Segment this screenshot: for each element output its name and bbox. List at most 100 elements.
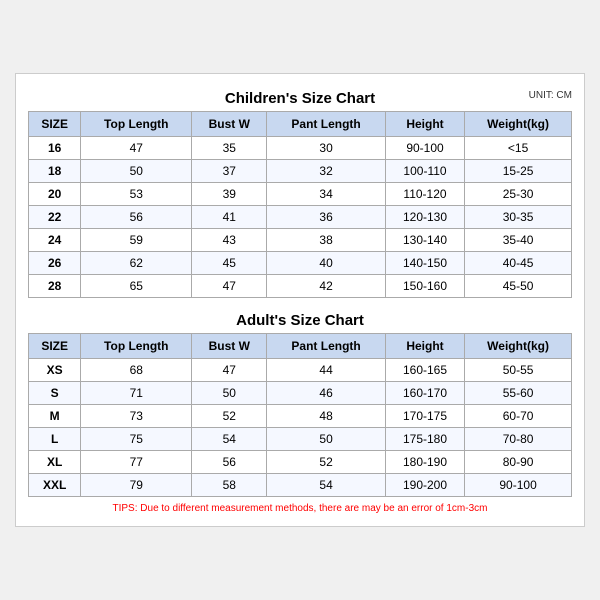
data-cell: 54: [267, 474, 386, 497]
data-cell: 90-100: [385, 137, 464, 160]
children-section-title: Children's Size Chart UNIT: CM: [28, 84, 572, 111]
data-cell: 39: [192, 183, 267, 206]
adult-section-title: Adult's Size Chart: [28, 306, 572, 333]
data-cell: 43: [192, 229, 267, 252]
chart-container: Children's Size Chart UNIT: CM SIZE Top …: [15, 73, 585, 527]
table-row: L755450175-18070-80: [29, 428, 572, 451]
data-cell: 50: [81, 160, 192, 183]
data-cell: 160-170: [385, 382, 464, 405]
data-cell: 30: [267, 137, 386, 160]
data-cell: 48: [267, 405, 386, 428]
size-cell: 18: [29, 160, 81, 183]
table-row: 24594338130-14035-40: [29, 229, 572, 252]
table-row: 22564136120-13030-35: [29, 206, 572, 229]
data-cell: 100-110: [385, 160, 464, 183]
adult-col-header-bust: Bust W: [192, 334, 267, 359]
table-row: XL775652180-19080-90: [29, 451, 572, 474]
size-cell: 28: [29, 275, 81, 298]
data-cell: 160-165: [385, 359, 464, 382]
data-cell: 110-120: [385, 183, 464, 206]
data-cell: 40: [267, 252, 386, 275]
data-cell: 30-35: [465, 206, 572, 229]
data-cell: 68: [81, 359, 192, 382]
data-cell: 59: [81, 229, 192, 252]
data-cell: 35-40: [465, 229, 572, 252]
data-cell: 41: [192, 206, 267, 229]
table-row: 20533934110-12025-30: [29, 183, 572, 206]
data-cell: 70-80: [465, 428, 572, 451]
unit-label: UNIT: CM: [529, 90, 572, 101]
adult-col-header-pant-length: Pant Length: [267, 334, 386, 359]
table-row: 1647353090-100<15: [29, 137, 572, 160]
children-title-text: Children's Size Chart: [225, 90, 375, 107]
col-header-bust: Bust W: [192, 112, 267, 137]
table-row: 26624540140-15040-45: [29, 252, 572, 275]
data-cell: 52: [267, 451, 386, 474]
data-cell: 47: [192, 359, 267, 382]
adult-col-header-top-length: Top Length: [81, 334, 192, 359]
col-header-weight: Weight(kg): [465, 112, 572, 137]
data-cell: 73: [81, 405, 192, 428]
data-cell: 34: [267, 183, 386, 206]
size-cell: 26: [29, 252, 81, 275]
data-cell: 120-130: [385, 206, 464, 229]
data-cell: 37: [192, 160, 267, 183]
data-cell: 175-180: [385, 428, 464, 451]
size-cell: S: [29, 382, 81, 405]
data-cell: 62: [81, 252, 192, 275]
data-cell: 45-50: [465, 275, 572, 298]
data-cell: 130-140: [385, 229, 464, 252]
size-cell: XXL: [29, 474, 81, 497]
data-cell: 53: [81, 183, 192, 206]
data-cell: 77: [81, 451, 192, 474]
data-cell: 47: [192, 275, 267, 298]
data-cell: 180-190: [385, 451, 464, 474]
data-cell: 90-100: [465, 474, 572, 497]
data-cell: 140-150: [385, 252, 464, 275]
data-cell: 170-175: [385, 405, 464, 428]
adult-header-row: SIZE Top Length Bust W Pant Length Heigh…: [29, 334, 572, 359]
table-row: XS684744160-16550-55: [29, 359, 572, 382]
size-cell: 22: [29, 206, 81, 229]
data-cell: 54: [192, 428, 267, 451]
size-cell: 24: [29, 229, 81, 252]
col-header-height: Height: [385, 112, 464, 137]
data-cell: 42: [267, 275, 386, 298]
table-row: S715046160-17055-60: [29, 382, 572, 405]
data-cell: 36: [267, 206, 386, 229]
children-header-row: SIZE Top Length Bust W Pant Length Heigh…: [29, 112, 572, 137]
data-cell: 65: [81, 275, 192, 298]
size-cell: XL: [29, 451, 81, 474]
data-cell: 58: [192, 474, 267, 497]
data-cell: 35: [192, 137, 267, 160]
data-cell: 50-55: [465, 359, 572, 382]
table-row: XXL795854190-20090-100: [29, 474, 572, 497]
data-cell: 50: [192, 382, 267, 405]
adult-title-text: Adult's Size Chart: [236, 312, 364, 329]
data-cell: 47: [81, 137, 192, 160]
col-header-top-length: Top Length: [81, 112, 192, 137]
data-cell: 38: [267, 229, 386, 252]
size-cell: 16: [29, 137, 81, 160]
data-cell: 80-90: [465, 451, 572, 474]
adult-col-header-height: Height: [385, 334, 464, 359]
adult-size-table: SIZE Top Length Bust W Pant Length Heigh…: [28, 333, 572, 497]
tips-text: TIPS: Due to different measurement metho…: [28, 497, 572, 516]
data-cell: 55-60: [465, 382, 572, 405]
data-cell: <15: [465, 137, 572, 160]
table-row: M735248170-17560-70: [29, 405, 572, 428]
data-cell: 56: [81, 206, 192, 229]
data-cell: 50: [267, 428, 386, 451]
data-cell: 75: [81, 428, 192, 451]
adult-col-header-weight: Weight(kg): [465, 334, 572, 359]
data-cell: 45: [192, 252, 267, 275]
data-cell: 71: [81, 382, 192, 405]
children-size-table: SIZE Top Length Bust W Pant Length Heigh…: [28, 111, 572, 298]
table-row: 28654742150-16045-50: [29, 275, 572, 298]
size-cell: XS: [29, 359, 81, 382]
data-cell: 44: [267, 359, 386, 382]
data-cell: 52: [192, 405, 267, 428]
size-cell: L: [29, 428, 81, 451]
table-row: 18503732100-11015-25: [29, 160, 572, 183]
data-cell: 46: [267, 382, 386, 405]
